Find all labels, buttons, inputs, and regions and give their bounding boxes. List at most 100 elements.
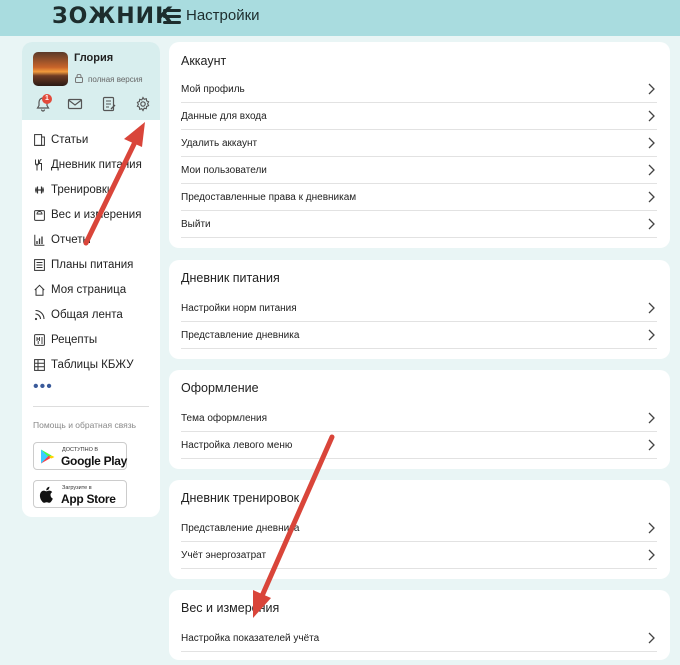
mail-icon[interactable] [67, 96, 83, 112]
sidebar-item-label: Статьи [51, 134, 89, 146]
app-store-button[interactable]: Загрузите в App Store [33, 480, 127, 508]
settings-row-energy-expenditure[interactable]: Учёт энергозатрат [181, 542, 657, 569]
section-title: Аккаунт [181, 54, 227, 68]
notification-badge: 1 [42, 94, 52, 104]
sidebar-item-food-diary[interactable]: Дневник питания [34, 157, 160, 175]
sidebar-item-label: Дневник питания [51, 159, 142, 171]
settings-row-label: Предоставленные права к дневникам [181, 192, 357, 203]
sidebar-item-label: Общая лента [51, 309, 123, 321]
scale-icon [34, 210, 45, 221]
sidebar-item-my-page[interactable]: Моя страница [34, 282, 160, 300]
hamburger-menu-icon[interactable] [163, 9, 181, 24]
sidebar-item-weight[interactable]: Вес и измерения [34, 207, 160, 225]
user-name[interactable]: Глория [74, 52, 113, 64]
avatar[interactable] [33, 52, 68, 86]
profile-panel: Глория полная версия 1 [22, 42, 160, 120]
notes-icon[interactable] [101, 96, 117, 112]
sidebar-item-articles[interactable]: Статьи [34, 132, 160, 150]
settings-card-appearance: Оформление Тема оформления Настройка лев… [169, 370, 670, 469]
sidebar-item-tables[interactable]: Таблицы КБЖУ [34, 357, 160, 375]
sidebar: Глория полная версия 1 Статьи Дневник пи… [22, 42, 160, 517]
settings-row-label: Мои пользователи [181, 165, 267, 176]
settings-card-food-diary: Дневник питания Настройки норм питания П… [169, 260, 670, 359]
sidebar-item-feed[interactable]: Общая лента [34, 307, 160, 325]
settings-card-account: Аккаунт Мой профиль Данные для входа Уда… [169, 42, 670, 248]
chevron-right-icon [648, 302, 655, 314]
sidebar-item-label: Отчеты [51, 234, 91, 246]
recipe-icon [34, 334, 45, 346]
home-icon [34, 284, 45, 296]
sidebar-item-workouts[interactable]: Тренировки [34, 182, 160, 200]
sidebar-item-label: Таблицы КБЖУ [51, 359, 134, 371]
chevron-right-icon [648, 83, 655, 95]
account-version: полная версия [88, 75, 143, 84]
section-title: Вес и измерения [181, 601, 280, 615]
settings-row-login-data[interactable]: Данные для входа [181, 103, 657, 130]
google-play-label: Google Play [61, 454, 128, 468]
chevron-right-icon [648, 137, 655, 149]
settings-row-label: Представление дневника [181, 523, 300, 534]
gear-icon[interactable] [135, 96, 151, 112]
settings-row-workout-diary-view[interactable]: Представление дневника [181, 515, 657, 542]
articles-icon [34, 134, 45, 146]
settings-row-left-menu[interactable]: Настройка левого меню [181, 432, 657, 459]
sidebar-item-recipes[interactable]: Рецепты [34, 332, 160, 350]
settings-row-nutrition-norms[interactable]: Настройки норм питания [181, 295, 657, 322]
section-title: Дневник питания [181, 271, 280, 285]
top-bar: ЗОЖНИК Настройки [0, 0, 680, 36]
chevron-right-icon [648, 412, 655, 424]
settings-row-tracking-metrics[interactable]: Настройка показателей учёта [181, 625, 657, 652]
settings-row-my-profile[interactable]: Мой профиль [181, 76, 657, 103]
more-menu-button[interactable]: ••• [33, 378, 53, 396]
settings-row-label: Настройка показателей учёта [181, 633, 320, 644]
chevron-right-icon [648, 549, 655, 561]
sidebar-item-meal-plans[interactable]: Планы питания [34, 257, 160, 275]
apple-icon [39, 486, 53, 503]
sidebar-item-reports[interactable]: Отчеты [34, 232, 160, 250]
google-play-button[interactable]: ДОСТУПНО В Google Play [33, 442, 127, 470]
section-title: Дневник тренировок [181, 491, 300, 505]
sidebar-divider [33, 406, 149, 407]
settings-row-label: Настройка левого меню [181, 440, 293, 451]
chevron-right-icon [648, 164, 655, 176]
app-logo[interactable]: ЗОЖНИК [52, 4, 174, 29]
chevron-right-icon [648, 632, 655, 644]
food-diary-icon [35, 159, 42, 171]
settings-card-weight: Вес и измерения Настройка показателей уч… [169, 590, 670, 660]
sidebar-item-label: Планы питания [51, 259, 134, 271]
page-title: Настройки [186, 7, 260, 24]
chart-icon [34, 234, 45, 246]
sidebar-item-label: Моя страница [51, 284, 127, 296]
sidebar-item-label: Рецепты [51, 334, 98, 346]
settings-row-delete-account[interactable]: Удалить аккаунт [181, 130, 657, 157]
settings-row-my-users[interactable]: Мои пользователи [181, 157, 657, 184]
settings-row-label: Представление дневника [181, 330, 300, 341]
app-store-caption: Загрузите в [62, 485, 92, 491]
settings-row-label: Выйти [181, 219, 211, 230]
settings-row-label: Мой профиль [181, 84, 245, 95]
chevron-right-icon [648, 218, 655, 230]
feed-icon [34, 309, 45, 321]
settings-row-label: Тема оформления [181, 413, 268, 424]
google-play-icon [41, 449, 55, 464]
chevron-right-icon [648, 110, 655, 122]
chevron-right-icon [648, 191, 655, 203]
settings-row-label: Удалить аккаунт [181, 138, 258, 149]
settings-card-workout-diary: Дневник тренировок Представление дневник… [169, 480, 670, 579]
settings-row-label: Настройки норм питания [181, 303, 297, 314]
meal-plan-icon [34, 259, 45, 271]
settings-row-theme[interactable]: Тема оформления [181, 405, 657, 432]
chevron-right-icon [648, 522, 655, 534]
workout-icon [35, 186, 44, 194]
settings-row-logout[interactable]: Выйти [181, 211, 657, 238]
section-title: Оформление [181, 381, 259, 395]
chevron-right-icon [648, 439, 655, 451]
settings-row-label: Данные для входа [181, 111, 267, 122]
google-play-caption: ДОСТУПНО В [62, 447, 99, 453]
settings-row-diary-permissions[interactable]: Предоставленные права к дневникам [181, 184, 657, 211]
app-store-label: App Store [61, 492, 116, 506]
settings-row-diary-view[interactable]: Представление дневника [181, 322, 657, 349]
sidebar-item-label: Тренировки [51, 184, 114, 196]
help-link[interactable]: Помощь и обратная связь [33, 420, 136, 430]
lock-icon [75, 74, 83, 83]
